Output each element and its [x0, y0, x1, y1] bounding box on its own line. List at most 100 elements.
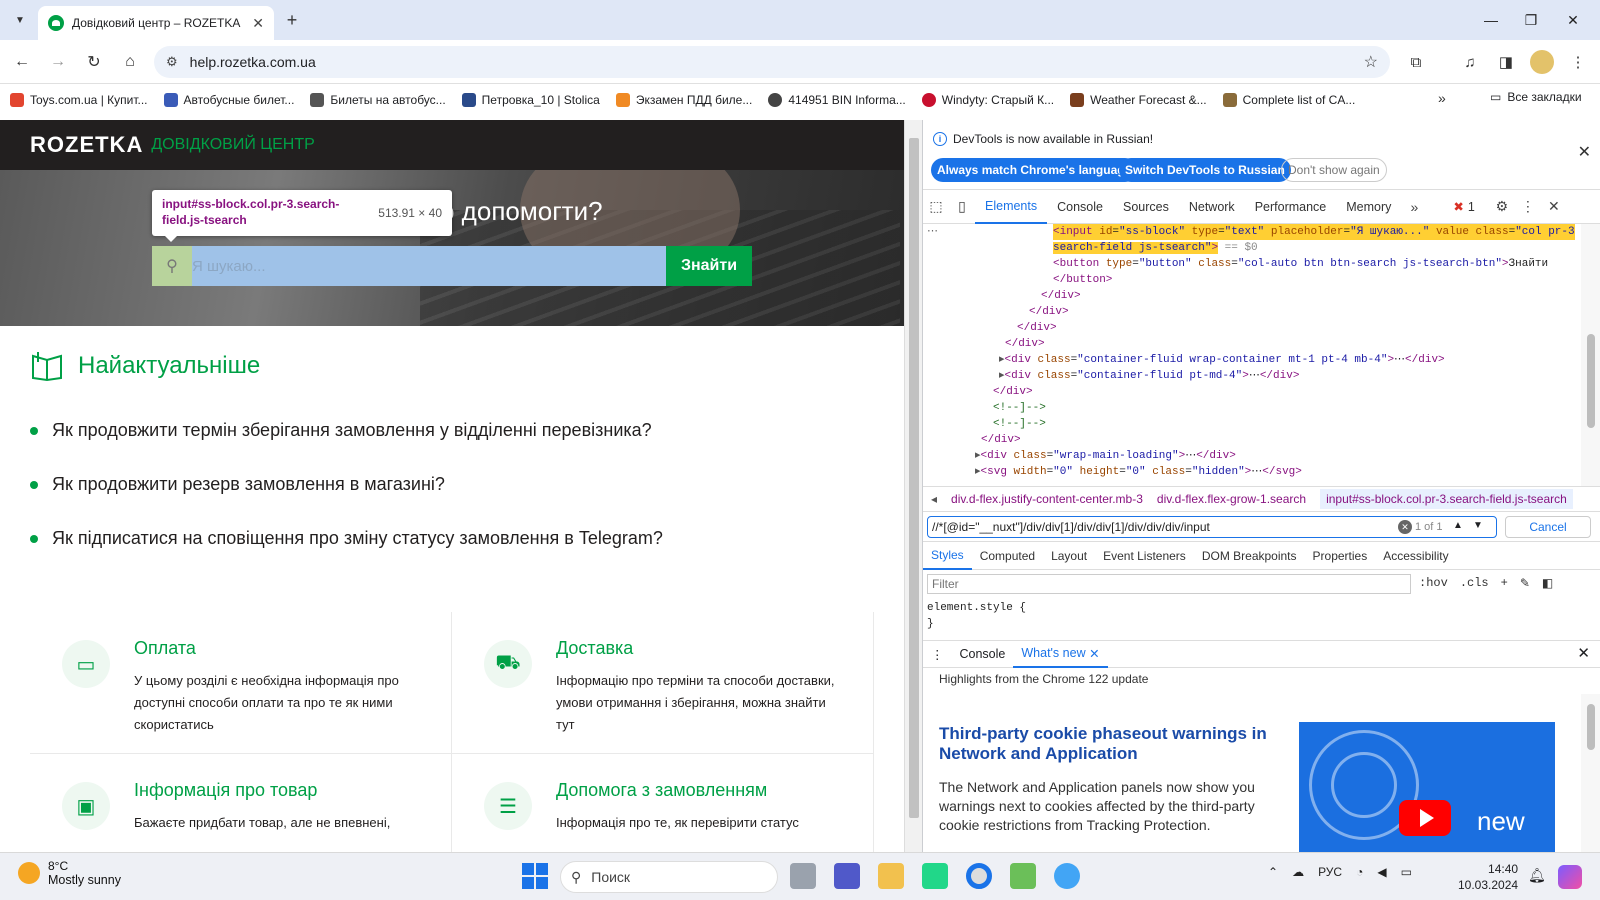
dont-show-button[interactable]: Don't show again: [1281, 158, 1387, 182]
elements-scrollbar[interactable]: [1581, 224, 1600, 486]
dom-node[interactable]: </button>: [1053, 272, 1112, 288]
ellipsis-icon[interactable]: ⋯: [927, 224, 938, 240]
task-view-icon[interactable]: [790, 863, 816, 889]
paint-brush-icon[interactable]: ✎: [1520, 576, 1530, 591]
tab-styles[interactable]: Styles: [923, 542, 972, 570]
tab-event-listeners[interactable]: Event Listeners: [1095, 542, 1194, 570]
dom-node[interactable]: </div>: [981, 432, 1021, 448]
cloud-icon[interactable]: ☁: [1292, 865, 1304, 879]
side-panel-icon[interactable]: ◨: [1494, 50, 1518, 74]
browser-tab[interactable]: Довідковий центр – ROZETKA ✕: [38, 6, 274, 40]
device-toolbar-icon[interactable]: ▯: [949, 190, 975, 224]
weather-widget[interactable]: 8°C Mostly sunny: [18, 859, 121, 887]
reload-button[interactable]: ↻: [82, 50, 106, 74]
switch-language-button[interactable]: Switch DevTools to Russian: [1119, 158, 1291, 182]
scrollbar-thumb[interactable]: [1587, 334, 1595, 428]
devtools-menu-icon[interactable]: ⋮: [1515, 190, 1541, 224]
close-tab-icon[interactable]: ✕: [252, 15, 264, 32]
close-window-button[interactable]: ✕: [1558, 8, 1588, 32]
tab-network[interactable]: Network: [1179, 190, 1245, 224]
volume-icon[interactable]: ◀: [1377, 865, 1386, 879]
profile-avatar[interactable]: [1530, 50, 1554, 74]
drawer-tab-console[interactable]: Console: [952, 640, 1014, 668]
tab-layout[interactable]: Layout: [1043, 542, 1095, 570]
card-order-help[interactable]: ☰ Допомога з замовленням Інформація про …: [452, 754, 874, 852]
element-style-rule[interactable]: element.style { }: [927, 600, 1026, 632]
search-input[interactable]: [192, 246, 666, 286]
page-scrollbar[interactable]: [904, 120, 922, 852]
search-box[interactable]: ⚲: [152, 246, 666, 286]
extensions-icon[interactable]: ⧉: [1404, 50, 1428, 74]
pycharm-icon[interactable]: [922, 863, 948, 889]
cancel-button[interactable]: Cancel: [1505, 516, 1591, 538]
card-delivery[interactable]: ⛟ Доставка Інформацію про терміни та спо…: [452, 612, 874, 754]
selected-node-cont[interactable]: search-field js-tsearch"> == $0: [1053, 240, 1258, 256]
cls-toggle[interactable]: .cls: [1460, 576, 1489, 591]
dom-node[interactable]: ▸<div class="container-fluid wrap-contai…: [999, 352, 1445, 368]
media-control-icon[interactable]: ♫: [1458, 50, 1482, 74]
all-bookmarks-button[interactable]: ▭ Все закладки: [1490, 90, 1582, 104]
scrollbar-thumb[interactable]: [1587, 704, 1595, 750]
dom-node[interactable]: </div>: [1017, 320, 1057, 336]
faq-link[interactable]: Як продовжити резерв замовлення в магази…: [52, 474, 445, 495]
rozetka-logo[interactable]: ROZETKA: [30, 132, 143, 158]
chevron-down-icon[interactable]: ▼: [1473, 520, 1483, 531]
tab-elements[interactable]: Elements: [975, 190, 1048, 224]
bookmark-star-icon[interactable]: ☆: [1364, 52, 1378, 72]
back-button[interactable]: ←: [10, 50, 34, 74]
drawer-tab-whats-new[interactable]: What's new ✕: [1013, 640, 1108, 668]
faq-link[interactable]: Як підписатися на сповіщення про зміну с…: [52, 528, 663, 549]
minimize-button[interactable]: —: [1476, 8, 1506, 32]
faq-item[interactable]: Як підписатися на сповіщення про зміну с…: [30, 528, 663, 549]
whats-new-title[interactable]: Third-party cookie phaseout warnings in …: [939, 724, 1269, 764]
home-button[interactable]: ⌂: [118, 50, 142, 74]
site-info-icon[interactable]: ⚙: [166, 54, 178, 70]
clock[interactable]: 14:40 10.03.2024: [1458, 861, 1518, 893]
tab-console[interactable]: Console: [1047, 190, 1113, 224]
dom-node[interactable]: </div>: [1029, 304, 1069, 320]
drawer-scrollbar[interactable]: [1581, 694, 1600, 852]
notification-bell-icon[interactable]: 🔔︎: [1528, 867, 1546, 884]
bookmark-item[interactable]: Complete list of CA...: [1222, 93, 1355, 107]
tab-performance[interactable]: Performance: [1245, 190, 1337, 224]
forward-button[interactable]: →: [46, 50, 70, 74]
search-button[interactable]: Знайти: [666, 246, 752, 286]
crumb-left-icon[interactable]: ◂: [931, 492, 937, 506]
dom-comment[interactable]: <!--]-->: [993, 400, 1046, 416]
toggle-sidebar-icon[interactable]: ◧: [1542, 576, 1553, 591]
youtube-play-icon[interactable]: [1399, 800, 1451, 836]
close-tab-icon[interactable]: ✕: [1089, 646, 1099, 661]
dom-node[interactable]: ▸<svg width="0" height="0" class="hidden…: [975, 464, 1302, 480]
bookmark-item[interactable]: Петровка_10 | Stolica: [461, 93, 600, 107]
teams-icon[interactable]: [834, 863, 860, 889]
dom-node[interactable]: </div>: [1041, 288, 1081, 304]
app-icon[interactable]: [1010, 863, 1036, 889]
start-button[interactable]: [522, 863, 548, 889]
whats-new-video-thumbnail[interactable]: new: [1299, 722, 1555, 852]
tab-accessibility[interactable]: Accessibility: [1375, 542, 1456, 570]
scrollbar-thumb[interactable]: [909, 138, 919, 818]
drawer-menu-icon[interactable]: ⋮: [923, 640, 952, 668]
bookmark-item[interactable]: Автобусные билет...: [163, 93, 294, 107]
dom-node[interactable]: <button type="button" class="col-auto bt…: [1053, 256, 1548, 272]
chrome-icon[interactable]: [966, 863, 992, 889]
dom-node[interactable]: </div>: [993, 384, 1033, 400]
dom-node[interactable]: ▸<div class="container-fluid pt-md-4">⋯<…: [999, 368, 1299, 384]
dom-comment[interactable]: <!--]-->: [993, 416, 1046, 432]
file-explorer-icon[interactable]: [878, 863, 904, 889]
tab-dom-breakpoints[interactable]: DOM Breakpoints: [1194, 542, 1305, 570]
card-product-info[interactable]: ▣ Інформація про товар Бажаєте придбати …: [30, 754, 452, 852]
restore-button[interactable]: ❐: [1516, 8, 1546, 32]
clear-search-icon[interactable]: ✕: [1398, 520, 1412, 534]
tab-sources[interactable]: Sources: [1113, 190, 1179, 224]
bookmark-item[interactable]: Windyty: Старый К...: [921, 93, 1054, 107]
close-drawer-icon[interactable]: ✕: [1577, 644, 1590, 662]
tab-memory[interactable]: Memory: [1336, 190, 1401, 224]
tab-properties[interactable]: Properties: [1305, 542, 1376, 570]
bookmark-item[interactable]: 414951 BIN Informa...: [768, 93, 906, 107]
new-tab-button[interactable]: +: [280, 9, 304, 31]
dom-node[interactable]: ▸<div class="wrap-main-loading">⋯</div>: [975, 448, 1236, 464]
menu-icon[interactable]: ⋮: [1566, 50, 1590, 74]
selected-node[interactable]: <input id="ss-block" type="text" placeho…: [1053, 224, 1575, 240]
inspect-element-icon[interactable]: ⬚: [923, 190, 949, 224]
